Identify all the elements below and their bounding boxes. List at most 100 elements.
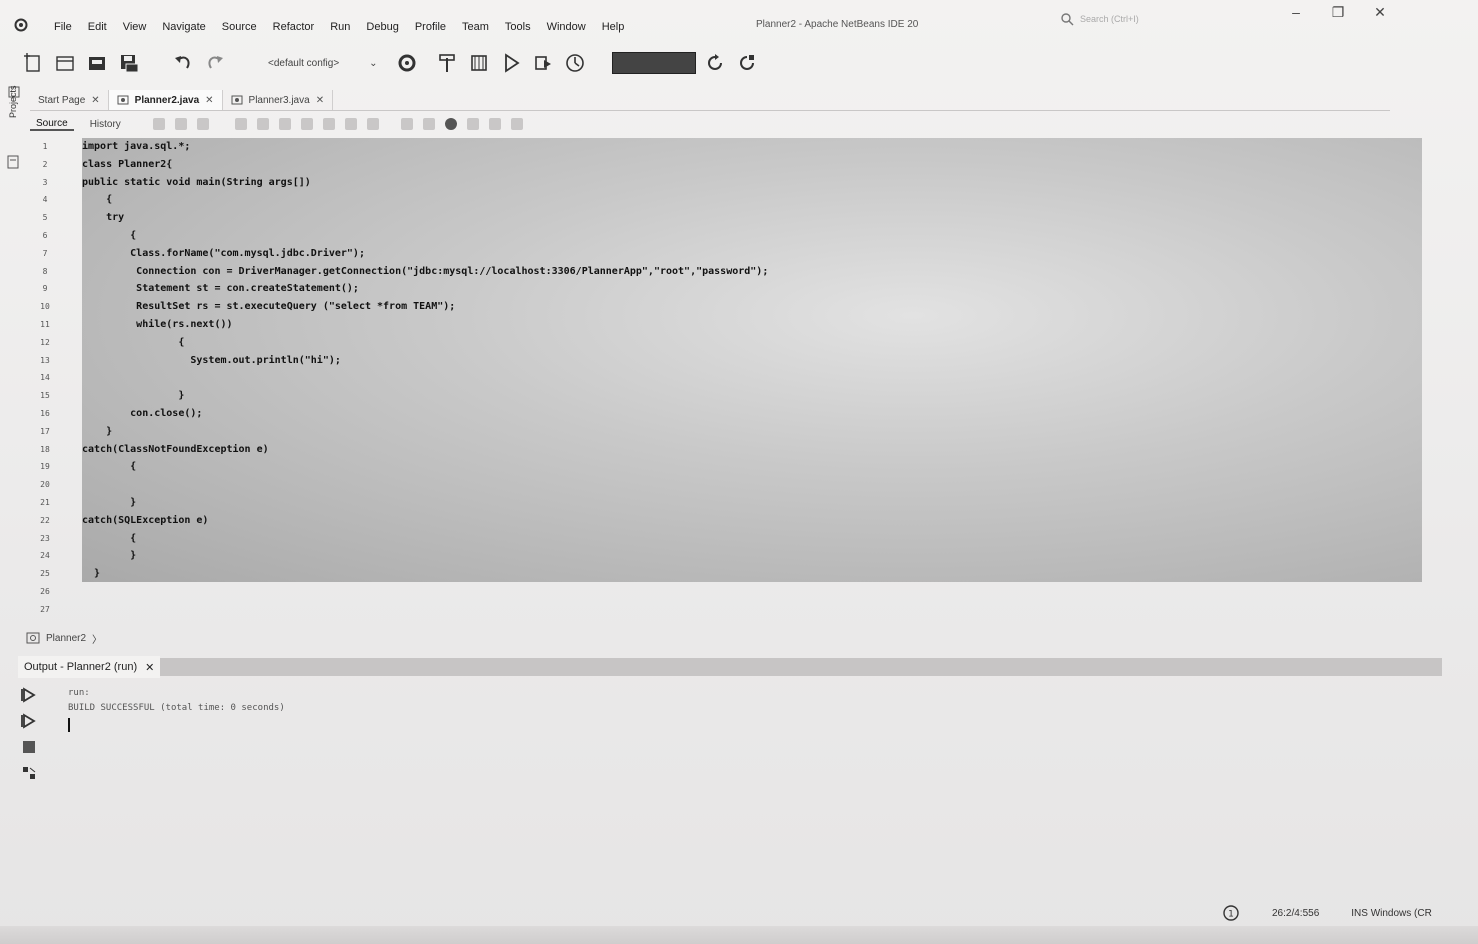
shift-left-icon[interactable] — [400, 118, 413, 130]
set-project-config-button[interactable] — [394, 50, 420, 76]
menu-tools[interactable]: Tools — [497, 21, 539, 33]
output-panel-header: Output - Planner2 (run) ✕ — [18, 656, 1442, 678]
insert-mode: INS Windows (CR — [1351, 907, 1432, 919]
menu-debug[interactable]: Debug — [358, 21, 406, 33]
save-all-button[interactable] — [116, 50, 142, 76]
stop-icon[interactable] — [20, 738, 38, 756]
line-number: 2 — [42, 159, 48, 169]
gc-button[interactable] — [702, 50, 728, 76]
tab-output[interactable]: Output - Planner2 (run) ✕ — [18, 656, 161, 678]
profile-icon — [565, 54, 584, 72]
tab-planner3-java[interactable]: Planner3.java ✕ — [223, 90, 334, 110]
memory-indicator[interactable] — [611, 52, 696, 74]
menu-view[interactable]: View — [115, 21, 155, 33]
code-editor[interactable]: import java.sql.*; class Planner2{public … — [82, 138, 1422, 582]
menu-help[interactable]: Help — [594, 21, 633, 33]
menu-profile[interactable]: Profile — [407, 21, 454, 33]
tab-source[interactable]: Source — [30, 118, 74, 131]
last-edit-icon[interactable] — [152, 118, 165, 130]
new-file-button[interactable] — [20, 50, 46, 76]
search-input[interactable]: Search (Ctrl+I) — [1080, 14, 1139, 24]
tab-history[interactable]: History — [84, 119, 127, 130]
output-line: run: — [68, 688, 90, 698]
code-line: import java.sql.*; — [82, 141, 191, 152]
comment-icon[interactable] — [488, 118, 501, 130]
close-window-button[interactable]: ✕ — [1370, 4, 1390, 21]
find-previous-icon[interactable] — [256, 118, 269, 130]
close-icon[interactable]: ✕ — [205, 95, 213, 106]
code-line: } — [82, 550, 137, 562]
menu-navigate[interactable]: Navigate — [154, 21, 213, 33]
code-line: { — [82, 194, 113, 206]
line-number: 11 — [40, 319, 50, 329]
clear-output-icon[interactable] — [20, 764, 38, 782]
uncomment-icon[interactable] — [510, 118, 523, 130]
breadcrumb: Planner2 〉 — [26, 630, 102, 646]
close-icon[interactable]: ✕ — [91, 95, 99, 106]
line-number: 10 — [40, 302, 50, 312]
next-bookmark-icon[interactable] — [366, 118, 379, 130]
tab-start-page[interactable]: Start Page ✕ — [30, 90, 109, 110]
clean-build-button[interactable] — [466, 50, 492, 76]
line-number: 6 — [42, 230, 48, 240]
rerun-with-params-icon[interactable] — [20, 712, 38, 730]
close-icon[interactable]: ✕ — [316, 95, 324, 106]
stop-macro-icon[interactable] — [466, 118, 479, 130]
profile-ide-button[interactable] — [734, 50, 760, 76]
line-number: 17 — [40, 426, 50, 436]
close-icon[interactable]: ✕ — [145, 661, 154, 674]
code-line: catch(SQLException e) — [82, 514, 209, 526]
undo-button[interactable] — [170, 50, 196, 76]
menu-run[interactable]: Run — [322, 21, 358, 33]
window-title: Planner2 - Apache NetBeans IDE 20 — [756, 19, 919, 30]
menu-refactor[interactable]: Refactor — [265, 21, 323, 33]
menu-edit[interactable]: Edit — [80, 21, 115, 33]
refresh-icon — [707, 54, 722, 70]
find-next-icon[interactable] — [278, 118, 291, 130]
forward-icon[interactable] — [196, 118, 209, 130]
open-project-button[interactable] — [84, 50, 110, 76]
profile-button[interactable] — [562, 50, 588, 76]
start-macro-icon[interactable] — [444, 118, 457, 130]
find-icon[interactable] — [234, 118, 247, 130]
code-line: con.close(); — [82, 407, 203, 419]
previous-bookmark-icon[interactable] — [344, 118, 357, 130]
minimize-button[interactable]: – — [1286, 4, 1306, 20]
debug-button[interactable] — [530, 50, 556, 76]
menu-source[interactable]: Source — [214, 21, 265, 33]
output-line: BUILD SUCCESSFUL (total time: 0 seconds) — [68, 703, 285, 713]
line-number: 23 — [40, 533, 50, 543]
main-toolbar: <default config> ⌄ — [20, 48, 820, 78]
code-line: } — [82, 425, 113, 437]
menu-team[interactable]: Team — [454, 21, 497, 33]
maximize-button[interactable]: ❐ — [1328, 4, 1348, 21]
notifications-icon[interactable]: 1 — [1222, 904, 1240, 922]
line-number: 19 — [40, 462, 50, 472]
rerun-icon[interactable] — [20, 686, 38, 704]
toggle-bookmark-icon[interactable] — [322, 118, 335, 130]
menu-file[interactable]: File — [46, 21, 80, 33]
caret-position[interactable]: 26:2/4:556 — [1272, 908, 1319, 919]
build-button[interactable] — [434, 50, 460, 76]
config-select[interactable]: <default config> ⌄ — [268, 58, 378, 69]
play-icon — [504, 53, 520, 73]
output-console[interactable]: run: BUILD SUCCESSFUL (total time: 0 sec… — [68, 686, 1368, 732]
line-number: 18 — [40, 444, 50, 454]
new-project-button[interactable] — [52, 50, 78, 76]
chevron-right-icon: 〉 — [92, 634, 103, 646]
code-line: { — [82, 229, 137, 241]
back-icon[interactable] — [174, 118, 187, 130]
config-value: <default config> — [268, 57, 340, 69]
projects-tab[interactable]: Projects — [8, 85, 18, 118]
java-file-icon — [231, 95, 243, 105]
run-button[interactable] — [498, 50, 524, 76]
shift-right-icon[interactable] — [422, 118, 435, 130]
search-box[interactable]: Search (Ctrl+I) — [1060, 10, 1220, 28]
redo-button[interactable] — [202, 50, 228, 76]
breadcrumb-item[interactable]: Planner2 — [46, 633, 86, 644]
toggle-highlight-icon[interactable] — [300, 118, 313, 130]
tab-planner2-java[interactable]: Planner2.java ✕ — [108, 90, 223, 110]
menu-window[interactable]: Window — [539, 21, 594, 33]
services-icon[interactable] — [6, 154, 20, 170]
